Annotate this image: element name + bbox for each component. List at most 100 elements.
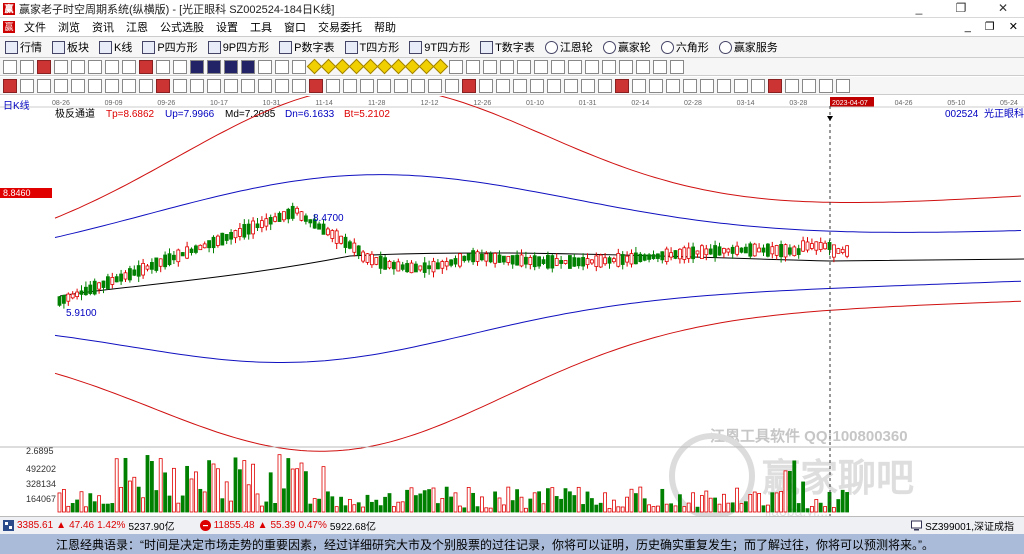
toolbar-btn-0[interactable]: 行情: [0, 39, 47, 55]
line-tool-13-icon[interactable]: [224, 78, 238, 93]
menu-trade[interactable]: 交易委托: [312, 19, 368, 35]
line-tool-24-icon[interactable]: [411, 78, 425, 93]
line-tool-46-icon[interactable]: [785, 78, 799, 93]
menu-settings[interactable]: 设置: [210, 19, 244, 35]
line-tool-1-icon[interactable]: [20, 78, 34, 93]
line-tool-11-icon[interactable]: [190, 78, 204, 93]
toolbar-btn-4[interactable]: 9P四方形: [203, 39, 274, 55]
line-tool-5-icon[interactable]: [88, 78, 102, 93]
line-tool-34-icon[interactable]: [581, 78, 595, 93]
line-tool-15-icon[interactable]: [258, 78, 272, 93]
line-tool-21-icon[interactable]: [360, 78, 374, 93]
draw-tool-13-icon[interactable]: [224, 59, 238, 74]
close-button[interactable]: ✕: [982, 0, 1024, 17]
draw-tool-40-icon[interactable]: [653, 59, 667, 74]
draw-tool-3-icon[interactable]: [54, 59, 68, 74]
line-tool-35-icon[interactable]: [598, 78, 612, 93]
toolbar-btn-9[interactable]: 江恩轮: [540, 39, 598, 55]
draw-tool-17-icon[interactable]: [292, 59, 306, 74]
line-tool-14-icon[interactable]: [241, 78, 255, 93]
line-tool-22-icon[interactable]: [377, 78, 391, 93]
line-tool-45-icon[interactable]: [768, 78, 782, 93]
draw-tool-1-icon[interactable]: [20, 59, 34, 74]
line-tool-41-icon[interactable]: [700, 78, 714, 93]
line-tool-37-icon[interactable]: [632, 78, 646, 93]
draw-tool-36-icon[interactable]: [585, 59, 599, 74]
line-tool-43-icon[interactable]: [734, 78, 748, 93]
toolbar-btn-11[interactable]: 六角形: [656, 39, 714, 55]
draw-tool-41-icon[interactable]: [670, 59, 684, 74]
menu-formula[interactable]: 公式选股: [154, 19, 210, 35]
line-tool-10-icon[interactable]: [173, 78, 187, 93]
menu-browse[interactable]: 浏览: [52, 19, 86, 35]
toolbar-btn-6[interactable]: T四方形: [340, 39, 405, 55]
draw-tool-38-icon[interactable]: [619, 59, 633, 74]
draw-tool-10-icon[interactable]: [173, 59, 187, 74]
draw-tool-35-icon[interactable]: [568, 59, 582, 74]
menu-tools[interactable]: 工具: [244, 19, 278, 35]
line-tool-0-icon[interactable]: [3, 78, 17, 93]
draw-tool-6-icon[interactable]: [105, 59, 119, 74]
menu-file[interactable]: 文件: [18, 19, 52, 35]
draw-tool-5-icon[interactable]: [88, 59, 102, 74]
draw-tool-28-icon[interactable]: [449, 59, 463, 74]
line-tool-9-icon[interactable]: [156, 78, 170, 93]
draw-tool-16-icon[interactable]: [275, 59, 289, 74]
line-tool-32-icon[interactable]: [547, 78, 561, 93]
line-tool-4-icon[interactable]: [71, 78, 85, 93]
toolbar-btn-10[interactable]: 赢家轮: [598, 39, 656, 55]
toolbar-btn-8[interactable]: T数字表: [475, 39, 540, 55]
child-close-button[interactable]: ✕: [1009, 18, 1018, 36]
menu-info[interactable]: 资讯: [86, 19, 120, 35]
draw-tool-9-icon[interactable]: [156, 59, 170, 74]
line-tool-48-icon[interactable]: [819, 78, 833, 93]
draw-tool-32-icon[interactable]: [517, 59, 531, 74]
line-tool-18-icon[interactable]: [309, 78, 323, 93]
line-tool-42-icon[interactable]: [717, 78, 731, 93]
kline-chart[interactable]: 08-26 09-09 09-26 10-17 10-31 11-14 11-28 12-12…: [0, 96, 1024, 516]
line-tool-47-icon[interactable]: [802, 78, 816, 93]
toolbar-btn-12[interactable]: 赢家服务: [714, 39, 783, 55]
toolbar-btn-3[interactable]: P四方形: [137, 39, 202, 55]
draw-tool-8-icon[interactable]: [139, 59, 153, 74]
child-restore-button[interactable]: ❐: [985, 18, 995, 36]
line-tool-39-icon[interactable]: [666, 78, 680, 93]
line-tool-6-icon[interactable]: [105, 78, 119, 93]
line-tool-25-icon[interactable]: [428, 78, 442, 93]
line-tool-44-icon[interactable]: [751, 78, 765, 93]
toolbar-btn-2[interactable]: K线: [94, 39, 137, 55]
draw-tool-29-icon[interactable]: [466, 59, 480, 74]
restore-button[interactable]: ❐: [940, 0, 982, 17]
toolbar-btn-5[interactable]: P数字表: [274, 39, 339, 55]
toolbar-btn-1[interactable]: 板块: [47, 39, 94, 55]
toolbar-btn-7[interactable]: 9T四方形: [404, 39, 475, 55]
line-tool-2-icon[interactable]: [37, 78, 51, 93]
line-tool-23-icon[interactable]: [394, 78, 408, 93]
line-tool-36-icon[interactable]: [615, 78, 629, 93]
line-tool-33-icon[interactable]: [564, 78, 578, 93]
menu-window[interactable]: 窗口: [278, 19, 312, 35]
line-tool-30-icon[interactable]: [513, 78, 527, 93]
draw-tool-30-icon[interactable]: [483, 59, 497, 74]
menu-gann[interactable]: 江恩: [120, 19, 154, 35]
draw-tool-12-icon[interactable]: [207, 59, 221, 74]
line-tool-8-icon[interactable]: [139, 78, 153, 93]
line-tool-12-icon[interactable]: [207, 78, 221, 93]
draw-tool-39-icon[interactable]: [636, 59, 650, 74]
line-tool-38-icon[interactable]: [649, 78, 663, 93]
draw-tool-15-icon[interactable]: [258, 59, 272, 74]
line-tool-28-icon[interactable]: [479, 78, 493, 93]
sz-index-icon[interactable]: [199, 520, 211, 531]
draw-tool-11-icon[interactable]: [190, 59, 204, 74]
draw-tool-14-icon[interactable]: [241, 59, 255, 74]
line-tool-17-icon[interactable]: [292, 78, 306, 93]
draw-tool-0-icon[interactable]: [3, 59, 17, 74]
line-tool-49-icon[interactable]: [836, 78, 850, 93]
monitor-icon[interactable]: [911, 520, 923, 531]
line-tool-19-icon[interactable]: [326, 78, 340, 93]
line-tool-29-icon[interactable]: [496, 78, 510, 93]
draw-tool-2-icon[interactable]: [37, 59, 51, 74]
minimize-button[interactable]: _: [898, 0, 940, 17]
sh-index-icon[interactable]: [3, 520, 14, 531]
draw-tool-4-icon[interactable]: [71, 59, 85, 74]
